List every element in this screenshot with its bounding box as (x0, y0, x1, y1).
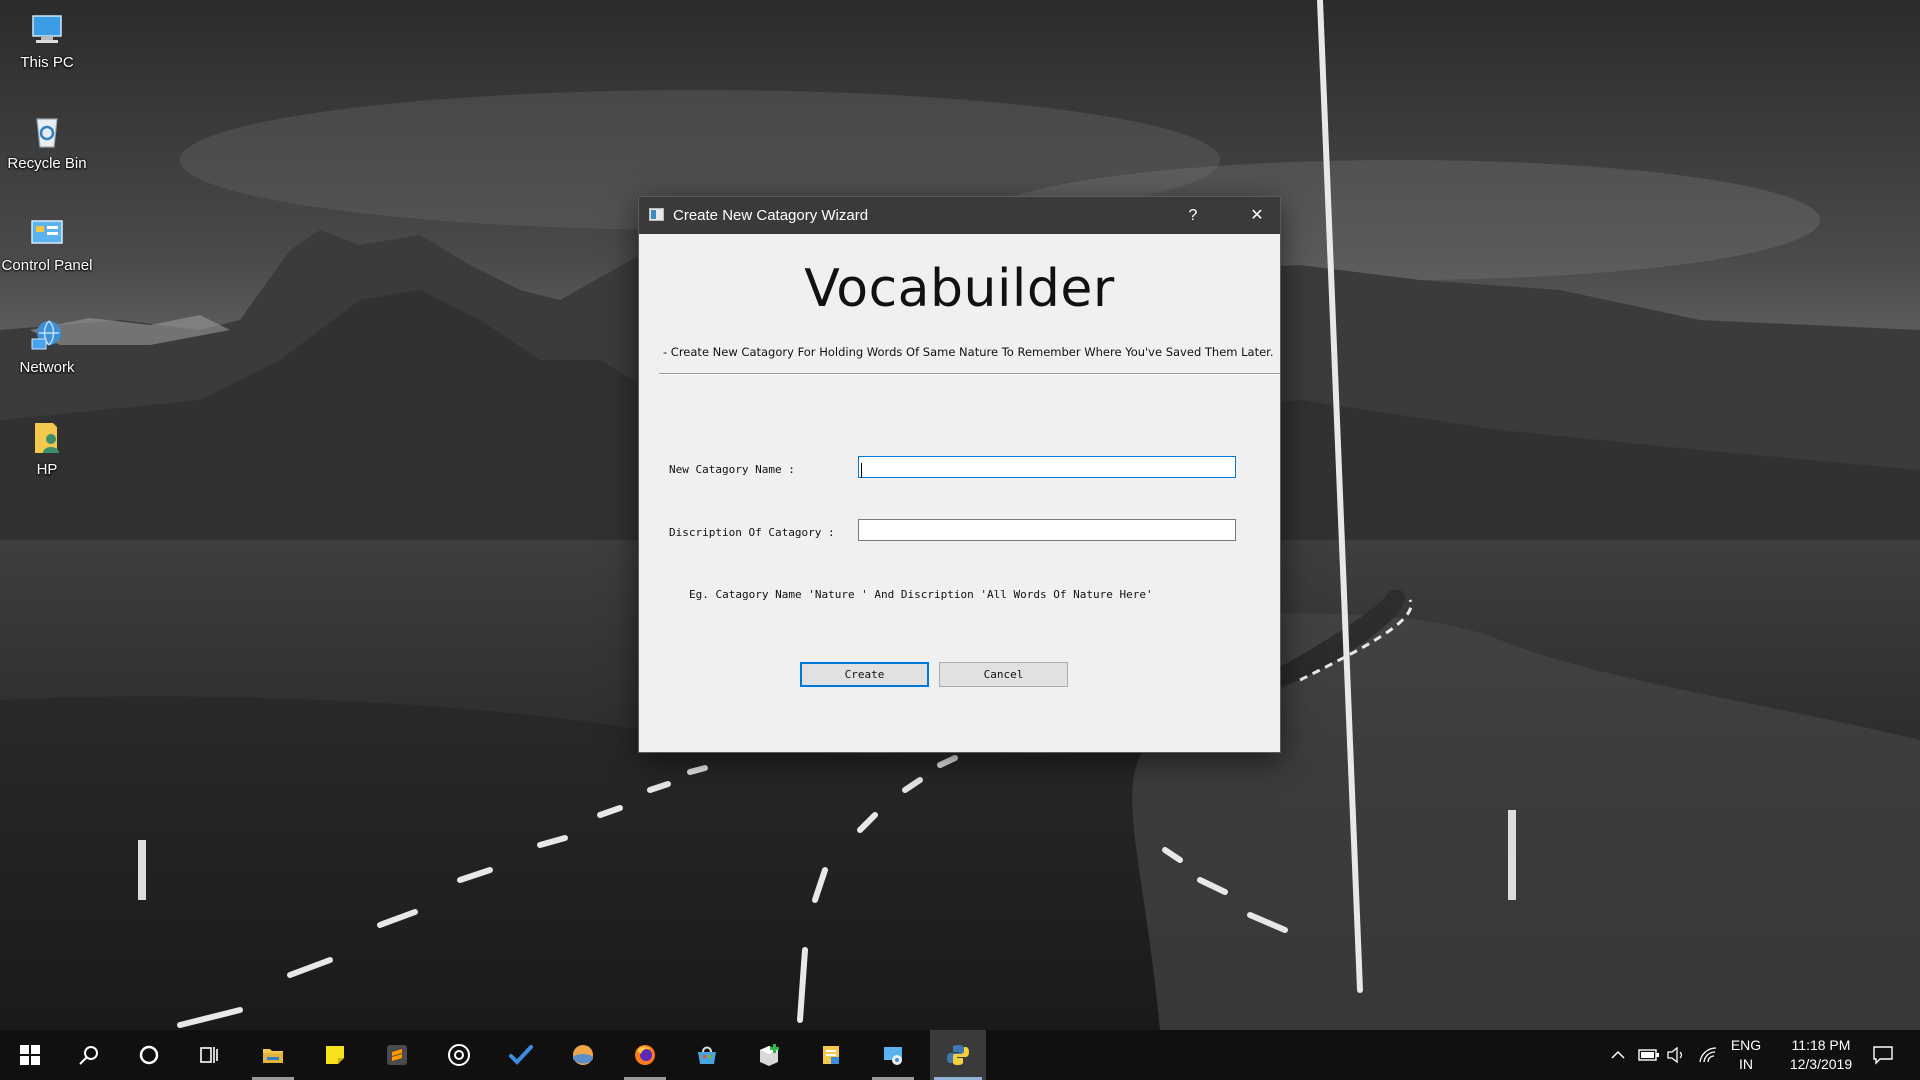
control-panel-icon (31, 220, 63, 244)
app-heading: Vocabuilder (804, 259, 1115, 319)
window-app-icon (649, 208, 664, 221)
taskbar: ENG IN 11:18 PM 12/3/2019 (0, 1030, 1920, 1080)
desktop-icon-label: This PC (20, 54, 74, 71)
dialog-titlebar[interactable]: Create New Catagory Wizard ? ✕ (639, 197, 1280, 234)
create-button[interactable]: Create (800, 662, 929, 687)
desktop-icon-label: Recycle Bin (7, 155, 87, 172)
desktop-icon-label: Network (19, 359, 75, 376)
desktop-icon-control-panel[interactable]: Control Panel (0, 213, 95, 275)
region-code: IN (1739, 1056, 1753, 1072)
category-description-label: Discription Of Catagory : (669, 526, 835, 539)
close-button[interactable]: ✕ (1234, 197, 1280, 234)
taskbar-app-file-explorer[interactable] (248, 1030, 298, 1080)
cortana-icon (139, 1045, 159, 1065)
start-icon (20, 1045, 40, 1065)
clock[interactable]: 11:18 PM 12/3/2019 (1776, 1036, 1866, 1074)
taskbar-app-weather[interactable] (558, 1030, 608, 1080)
task-view-icon (200, 1047, 218, 1063)
desktop-icon-recycle-bin[interactable]: Recycle Bin (0, 111, 95, 173)
taskbar-search-button[interactable] (64, 1030, 114, 1080)
sticky-notes-icon (326, 1046, 344, 1064)
action-center-notification-icon[interactable] (1872, 1045, 1894, 1065)
category-description-input[interactable] (858, 519, 1236, 541)
battery-icon[interactable] (1638, 1047, 1660, 1063)
desktop-icon-this-pc[interactable]: This PC (0, 10, 95, 72)
sublime-text-icon (387, 1045, 407, 1065)
app-installer-icon (760, 1044, 779, 1066)
language-code: ENG (1730, 1037, 1762, 1053)
clock-time: 11:18 PM (1791, 1037, 1851, 1053)
separator-highlight (659, 374, 1280, 375)
start-button[interactable] (5, 1030, 55, 1080)
cancel-button[interactable]: Cancel (939, 662, 1068, 687)
cortana-button[interactable] (124, 1030, 174, 1080)
groove-music-icon (448, 1044, 470, 1066)
document-icon (823, 1046, 839, 1064)
taskbar-app-groove-music[interactable] (434, 1030, 484, 1080)
category-name-label: New Catagory Name : (669, 463, 795, 476)
firefox-icon (635, 1045, 655, 1065)
dialog-title: Create New Catagory Wizard (673, 207, 869, 224)
weather-icon (573, 1045, 593, 1065)
volume-icon[interactable] (1666, 1046, 1686, 1064)
taskbar-app-store[interactable] (682, 1030, 732, 1080)
network-icon (31, 320, 61, 350)
this-pc-icon (32, 15, 62, 43)
system-tray: ENG IN 11:18 PM 12/3/2019 (1606, 1030, 1920, 1080)
input-language-indicator[interactable]: ENG IN (1726, 1036, 1766, 1074)
taskbar-app-sticky-notes[interactable] (310, 1030, 360, 1080)
todo-icon (509, 1045, 533, 1065)
desktop-icon-hp[interactable]: HP (0, 417, 95, 479)
desktop-icon-label: Control Panel (1, 257, 93, 274)
dialog-description: - Create New Catagory For Holding Words … (663, 345, 1274, 359)
desktop-icon-network[interactable]: Network (0, 315, 95, 377)
desktop-icon-label: HP (36, 461, 58, 478)
taskbar-app-firefox[interactable] (620, 1030, 670, 1080)
text-caret (861, 463, 862, 478)
user-folder-icon (35, 423, 59, 453)
taskbar-app-python[interactable] (930, 1030, 986, 1080)
recycle-bin-icon (36, 118, 58, 148)
control-panel-icon (884, 1047, 902, 1065)
taskbar-app-installer[interactable] (744, 1030, 794, 1080)
search-icon (79, 1046, 98, 1065)
taskbar-app-sublime-text[interactable] (372, 1030, 422, 1080)
taskbar-app-control-panel[interactable] (868, 1030, 918, 1080)
taskbar-app-todo[interactable] (496, 1030, 546, 1080)
clock-date: 12/3/2019 (1789, 1056, 1853, 1072)
create-category-dialog: Create New Catagory Wizard ? ✕ Vocabuild… (638, 196, 1281, 753)
store-icon (698, 1046, 716, 1064)
taskbar-app-document[interactable] (806, 1030, 856, 1080)
example-hint: Eg. Catagory Name 'Nature ' And Discript… (689, 588, 1153, 601)
file-explorer-icon (263, 1049, 283, 1063)
category-name-input[interactable] (858, 456, 1236, 478)
task-view-button[interactable] (185, 1030, 235, 1080)
python-icon (947, 1045, 969, 1065)
wifi-icon[interactable] (1698, 1046, 1718, 1064)
help-button[interactable]: ? (1170, 197, 1216, 234)
show-hidden-icons-chevron-up-icon[interactable] (1610, 1048, 1626, 1062)
